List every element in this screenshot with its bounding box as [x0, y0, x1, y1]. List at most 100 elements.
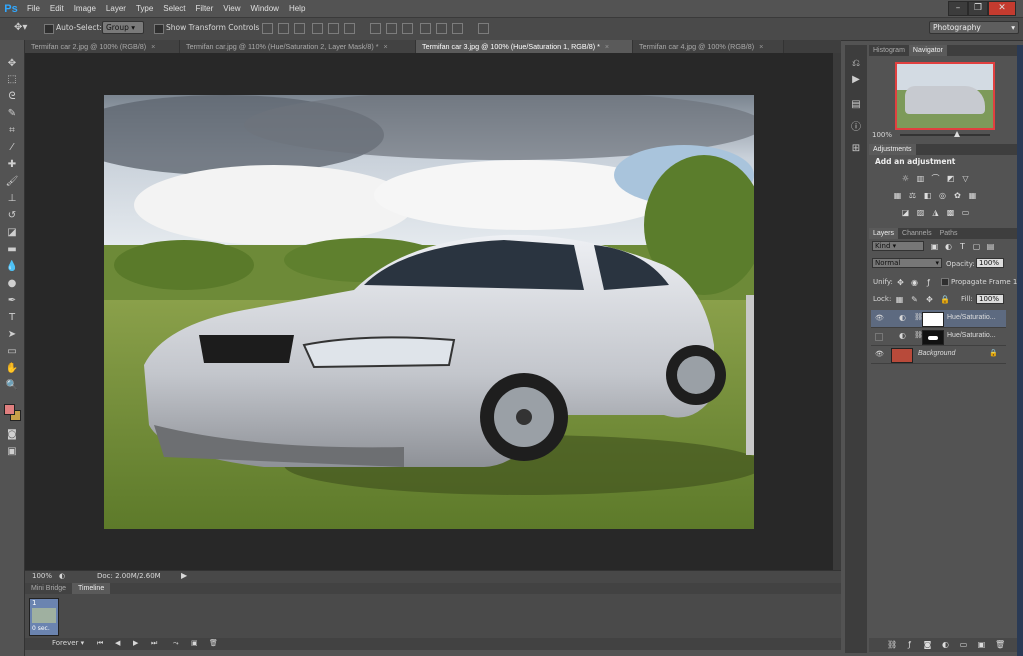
menu-select[interactable]: Select [158, 0, 190, 17]
tab-adjustments[interactable]: Adjustments [869, 144, 916, 155]
menu-edit[interactable]: Edit [45, 0, 69, 17]
selective-color-icon[interactable]: ▩ [946, 208, 955, 217]
close-window-button[interactable]: ✕ [988, 1, 1016, 16]
tab-channels[interactable]: Channels [898, 228, 936, 239]
layer-name[interactable]: Background [918, 350, 955, 357]
gradient-tool-icon[interactable]: ▬ [4, 243, 20, 257]
filter-smart-object-icon[interactable]: ▤ [986, 242, 995, 251]
close-tab-icon[interactable]: × [151, 42, 155, 51]
propagate-checkbox[interactable] [941, 278, 949, 286]
tab-paths[interactable]: Paths [936, 228, 962, 239]
align-bottom-icon[interactable] [294, 23, 305, 34]
tab-mini-bridge[interactable]: Mini Bridge [25, 583, 72, 594]
menu-image[interactable]: Image [69, 0, 101, 17]
new-group-icon[interactable]: ▭ [959, 640, 968, 649]
navigator-thumbnail[interactable] [895, 62, 995, 130]
color-lookup-icon[interactable]: ▦ [968, 191, 977, 200]
link-layers-icon[interactable]: ⛓ [887, 640, 897, 649]
status-icon[interactable]: ◐ [59, 572, 65, 580]
eraser-tool-icon[interactable]: ◪ [4, 226, 20, 240]
levels-icon[interactable]: ▥ [916, 174, 925, 183]
close-tab-icon[interactable]: × [605, 42, 609, 51]
menu-help[interactable]: Help [284, 0, 310, 17]
filter-adjustment-icon[interactable]: ◐ [944, 242, 953, 251]
unify-visibility-icon[interactable]: ◉ [910, 278, 919, 287]
workspace-dropdown[interactable]: Photography ▾ [929, 21, 1019, 34]
layer-row[interactable]: 👁 ◐ ⛓ Hue/Saturatio... [871, 310, 1006, 328]
blur-tool-icon[interactable]: 💧 [4, 260, 20, 274]
visibility-eye-icon[interactable]: 👁 [875, 350, 884, 358]
navigator-zoom[interactable]: 100% [872, 131, 892, 139]
zoom-tool-icon[interactable]: 🔍 [4, 379, 20, 393]
shape-tool-icon[interactable]: ▭ [4, 345, 20, 359]
marquee-tool-icon[interactable]: ⬚ [4, 73, 20, 87]
zoom-level[interactable]: 100% [32, 572, 52, 580]
timeline-frame-1[interactable]: 1 0 sec. [29, 598, 59, 636]
filter-pixel-icon[interactable]: ▣ [930, 242, 939, 251]
auto-select-dropdown[interactable]: Group ▾ [102, 21, 144, 34]
info-panel-icon[interactable]: ⓘ [849, 118, 863, 133]
delete-layer-icon[interactable]: 🗑 [995, 640, 1005, 649]
black-white-icon[interactable]: ◧ [923, 191, 932, 200]
canvas-vertical-scrollbar[interactable] [833, 53, 841, 570]
type-tool-icon[interactable]: T [4, 311, 20, 325]
distribute-left-icon[interactable] [420, 23, 431, 34]
foreground-color-swatch[interactable] [4, 404, 15, 415]
menu-window[interactable]: Window [246, 0, 284, 17]
tab-histogram[interactable]: Histogram [869, 45, 909, 56]
tab-doc-3[interactable]: Termifan car 3.jpg @ 100% (Hue/Saturatio… [416, 40, 633, 53]
tab-doc-4[interactable]: Termifan car 4.jpg @ 100% (RGB/8) × [633, 40, 784, 53]
threshold-icon[interactable]: ◮ [931, 208, 940, 217]
posterize-icon[interactable]: ▨ [916, 208, 925, 217]
distribute-right-icon[interactable] [452, 23, 463, 34]
menu-filter[interactable]: Filter [191, 0, 219, 17]
tab-doc-1[interactable]: Termifan car 2.jpg @ 100% (RGB/8) × [25, 40, 180, 53]
new-layer-icon[interactable]: ▣ [977, 640, 986, 649]
add-mask-icon[interactable]: ◙ [923, 640, 932, 649]
lock-pixels-icon[interactable]: ✎ [910, 295, 919, 304]
align-vcenter-icon[interactable] [278, 23, 289, 34]
history-brush-tool-icon[interactable]: ↺ [4, 209, 20, 223]
tab-navigator[interactable]: Navigator [908, 45, 947, 56]
duplicate-frame-icon[interactable]: ▣ [191, 639, 198, 647]
path-selection-tool-icon[interactable]: ➤ [4, 328, 20, 342]
align-left-icon[interactable] [312, 23, 323, 34]
invert-icon[interactable]: ◪ [901, 208, 910, 217]
menu-type[interactable]: Type [131, 0, 158, 17]
unify-position-icon[interactable]: ✥ [896, 278, 905, 287]
show-transform-checkbox[interactable] [154, 24, 164, 34]
layer-comps-icon[interactable]: ⊞ [849, 143, 863, 155]
new-adjustment-icon[interactable]: ◐ [941, 640, 950, 649]
history-panel-icon[interactable]: ⎌ [849, 58, 863, 70]
frame-delay[interactable]: 0 sec. [32, 625, 50, 632]
brush-tool-icon[interactable]: 🖌 [4, 175, 20, 189]
vibrance-icon[interactable]: ▽ [961, 174, 970, 183]
gradient-map-icon[interactable]: ▭ [961, 208, 970, 217]
background-thumbnail[interactable] [891, 348, 913, 363]
layer-row[interactable]: ◐ ⛓ Hue/Saturatio... [871, 328, 1006, 346]
layer-style-icon[interactable]: ƒ [905, 640, 914, 649]
delete-frame-icon[interactable]: 🗑 [209, 639, 218, 647]
auto-align-icon[interactable] [478, 23, 489, 34]
tab-layers[interactable]: Layers [869, 228, 899, 239]
eyedropper-tool-icon[interactable]: ⁄ [4, 141, 20, 155]
actions-panel-icon[interactable]: ▶ [849, 74, 863, 86]
layer-row[interactable]: 👁 Background 🔒 [871, 346, 1006, 364]
color-balance-icon[interactable]: ⚖ [908, 191, 917, 200]
unify-style-icon[interactable]: ƒ [924, 278, 933, 287]
layer-filter-dropdown[interactable]: Kind ▾ [872, 241, 924, 251]
menu-file[interactable]: File [22, 0, 45, 17]
brightness-contrast-icon[interactable]: ☼ [901, 174, 910, 183]
next-frame-icon[interactable]: ⏭ [151, 639, 157, 648]
tab-doc-2[interactable]: Termifan car.jpg @ 110% (Hue/Saturation … [180, 40, 416, 53]
lock-position-icon[interactable]: ✥ [925, 295, 934, 304]
prev-frame-icon[interactable]: ◀ [115, 639, 120, 647]
auto-select-checkbox[interactable] [44, 24, 54, 34]
hue-saturation-icon[interactable]: ▦ [893, 191, 902, 200]
layer-name[interactable]: Hue/Saturatio... [947, 314, 996, 321]
align-top-icon[interactable] [262, 23, 273, 34]
minimize-button[interactable]: – [948, 1, 968, 16]
align-hcenter-icon[interactable] [328, 23, 339, 34]
filter-shape-icon[interactable]: ▢ [972, 242, 981, 251]
visibility-eye-icon[interactable]: 👁 [875, 314, 884, 322]
